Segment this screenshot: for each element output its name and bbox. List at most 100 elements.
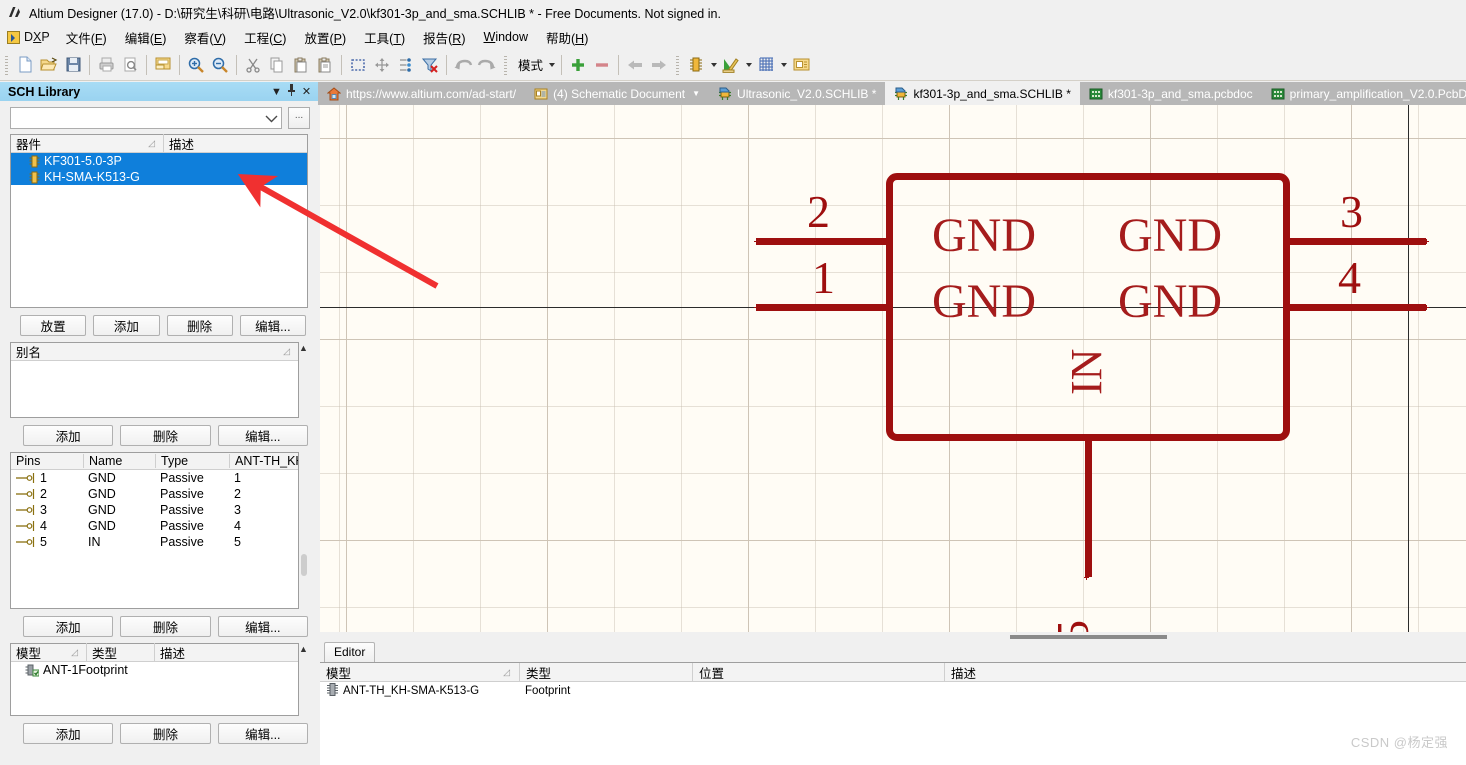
tab-editor[interactable]: Editor — [324, 642, 376, 662]
column-header-name[interactable]: Name — [83, 454, 155, 468]
column-header-alias[interactable]: 别名 ◿ — [11, 342, 298, 361]
library-filter-combo[interactable] — [10, 107, 282, 129]
cut-icon[interactable] — [241, 53, 265, 77]
column-header-component[interactable]: 器件 ◿ — [11, 134, 163, 153]
doc-tab-ad-start[interactable]: https://www.altium.com/ad-start/ — [318, 82, 525, 105]
grid-dropdown-arrow-icon[interactable] — [778, 53, 789, 77]
place-pin-icon[interactable] — [684, 53, 708, 77]
pin-icon[interactable] — [284, 84, 299, 99]
edit-model-button[interactable]: 编辑... — [217, 723, 308, 744]
column-header-model[interactable]: 模型 ◿ — [11, 643, 86, 662]
add-alias-button[interactable]: 添加 — [23, 425, 114, 446]
pin-1-lead[interactable] — [756, 304, 890, 311]
column-header-footprint[interactable]: ANT-TH_KH... — [229, 454, 298, 468]
print-icon[interactable] — [94, 53, 118, 77]
doc-tab-dropdown-arrow-icon[interactable]: ▼ — [692, 89, 700, 98]
component-listbox[interactable]: 器件 ◿ 描述 KF301-5.0-3P KH-SMA-K513-G — [10, 134, 308, 308]
column-header-model[interactable]: 模型 ◿ — [320, 663, 519, 682]
library-browse-button[interactable]: ... — [288, 107, 310, 129]
pins-vertical-scrollbar[interactable] — [299, 452, 308, 609]
place-pin-dropdown-arrow-icon[interactable] — [708, 53, 719, 77]
grid-icon[interactable] — [754, 53, 778, 77]
models-scroll-up-button[interactable]: ▲ — [299, 643, 308, 655]
doc-tab-kf301-pcbdoc[interactable]: kf301-3p_and_sma.pcbdoc — [1080, 82, 1262, 105]
column-header-location[interactable]: 位置 — [692, 662, 944, 682]
column-header-type[interactable]: 类型 — [519, 662, 692, 682]
menu-item-help[interactable]: 帮助(H) — [537, 25, 597, 50]
delete-component-button[interactable]: 删除 — [166, 315, 233, 336]
doc-tab-ultrasonic-schlib[interactable]: Ultrasonic_V2.0.SCHLIB * — [709, 82, 885, 105]
scrollbar-thumb[interactable] — [301, 554, 307, 576]
toolbar-grip[interactable] — [502, 53, 509, 76]
print-preview-icon[interactable] — [118, 53, 142, 77]
drawing-tools-dropdown-arrow-icon[interactable] — [743, 53, 754, 77]
pin-4-lead[interactable] — [1286, 304, 1426, 311]
save-icon[interactable] — [61, 53, 85, 77]
toolbar-grip[interactable] — [3, 53, 10, 76]
column-header-description[interactable]: 描述 — [944, 662, 1466, 682]
edit-component-button[interactable]: 编辑... — [239, 315, 306, 336]
pin-2-lead[interactable] — [756, 238, 890, 245]
pins-table[interactable]: Pins Name Type ANT-TH_KH... 1 GND Passiv… — [10, 452, 299, 609]
open-report-icon[interactable] — [151, 53, 175, 77]
scrollbar-thumb[interactable] — [1010, 635, 1167, 639]
menu-item-tools[interactable]: 工具(T) — [355, 25, 414, 50]
remove-icon[interactable] — [590, 53, 614, 77]
undo-icon[interactable] — [451, 53, 475, 77]
paste-icon[interactable] — [289, 53, 313, 77]
clear-filter-icon[interactable] — [418, 53, 442, 77]
delete-pin-button[interactable]: 删除 — [120, 616, 211, 637]
move-icon[interactable] — [370, 53, 394, 77]
column-header-pins[interactable]: Pins — [11, 454, 83, 468]
next-part-icon[interactable] — [647, 53, 671, 77]
pin-5-lead[interactable] — [1085, 435, 1092, 577]
delete-model-button[interactable]: 删除 — [120, 723, 211, 744]
menu-item-edit[interactable]: 编辑(E) — [116, 25, 176, 50]
menu-item-dxp[interactable]: DXP — [4, 28, 57, 46]
toolbar-grip[interactable] — [674, 53, 682, 76]
column-header-description[interactable]: 描述 — [163, 134, 307, 153]
list-item[interactable]: ANT-1Footprint — [11, 662, 298, 678]
list-item[interactable]: KH-SMA-K513-G — [11, 169, 307, 185]
zoom-out-icon[interactable] — [208, 53, 232, 77]
place-button[interactable]: 放置 — [20, 315, 87, 336]
select-area-icon[interactable] — [346, 53, 370, 77]
zoom-in-icon[interactable] — [184, 53, 208, 77]
edit-pin-button[interactable]: 编辑... — [217, 616, 308, 637]
edit-alias-button[interactable]: 编辑... — [217, 425, 308, 446]
delete-alias-button[interactable]: 删除 — [120, 425, 211, 446]
table-row[interactable]: 4 GND Passive 4 — [11, 518, 298, 534]
menu-item-reports[interactable]: 报告(R) — [414, 25, 474, 50]
redo-icon[interactable] — [475, 53, 499, 77]
menu-item-place[interactable]: 放置(P) — [295, 25, 355, 50]
copy-icon[interactable] — [265, 53, 289, 77]
doc-tab-primary-amplification-pcbdoc[interactable]: primary_amplification_V2.0.PcbDoc — [1262, 82, 1466, 105]
schematic-canvas[interactable]: 2 1 3 4 5 GND GND GND GND IN — [320, 105, 1466, 632]
alias-scroll-up-button[interactable]: ▲ — [299, 342, 308, 354]
library-filter-input[interactable] — [11, 109, 261, 127]
table-row[interactable]: 2 GND Passive 2 — [11, 486, 298, 502]
column-header-type[interactable]: Type — [155, 454, 229, 468]
list-item[interactable]: KF301-5.0-3P — [11, 153, 307, 169]
pin-3-lead[interactable] — [1286, 238, 1426, 245]
add-pin-button[interactable]: 添加 — [23, 616, 114, 637]
table-row[interactable]: ANT-TH_KH-SMA-K513-G Footprint — [320, 682, 1466, 700]
combo-dropdown-arrow-icon[interactable] — [261, 108, 281, 128]
paste-special-icon[interactable] — [313, 53, 337, 77]
library-icon[interactable] — [789, 53, 813, 77]
menu-item-window[interactable]: Window — [475, 27, 537, 47]
column-header-model-type[interactable]: 类型 — [86, 643, 154, 662]
chevron-down-icon[interactable]: ▼ — [269, 86, 284, 98]
doc-tab-kf301-schlib[interactable]: kf301-3p_and_sma.SCHLIB * — [885, 82, 1080, 105]
doc-tab-schematic-document[interactable]: (4) Schematic Document ▼ — [525, 82, 709, 105]
close-icon[interactable]: ✕ — [299, 85, 314, 98]
place-drawing-tools-icon[interactable] — [719, 53, 743, 77]
table-row[interactable]: 5 IN Passive 5 — [11, 534, 298, 550]
menu-item-view[interactable]: 察看(V) — [175, 25, 235, 50]
table-row[interactable]: 1 GND Passive 1 — [11, 470, 298, 486]
menu-item-file[interactable]: 文件(F) — [57, 25, 116, 50]
mode-dropdown-arrow-icon[interactable] — [546, 53, 557, 77]
add-icon[interactable] — [566, 53, 590, 77]
editor-models-grid[interactable]: 模型 ◿ 类型 位置 描述 ANT-TH_KH-SMA-K513-G Footp… — [320, 662, 1466, 765]
column-header-model-description[interactable]: 描述 — [154, 643, 298, 662]
